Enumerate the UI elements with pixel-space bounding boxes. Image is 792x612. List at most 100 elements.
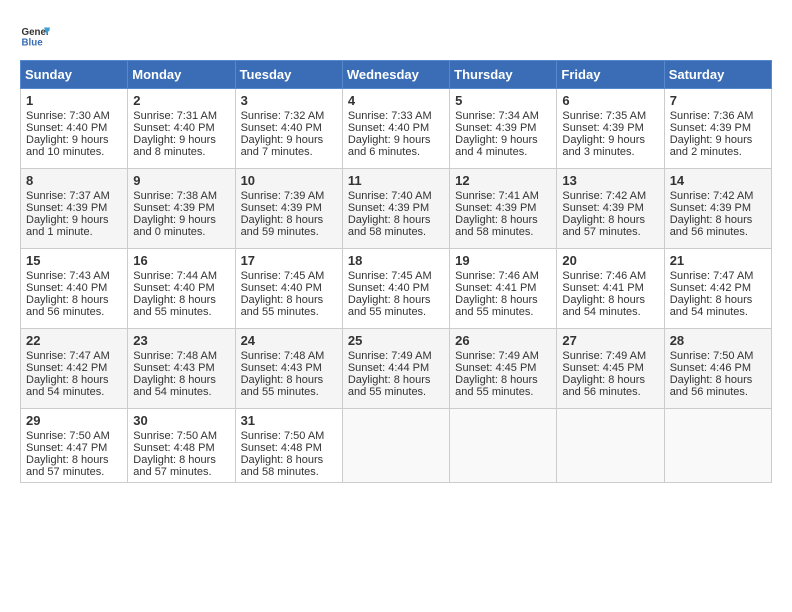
sunrise-label: Sunrise: 7:46 AM	[455, 270, 539, 282]
sunrise-label: Sunrise: 7:34 AM	[455, 110, 539, 122]
day-number: 3	[241, 93, 337, 108]
logo: General Blue	[20, 20, 54, 50]
sunset-label: Sunset: 4:40 PM	[348, 282, 429, 294]
day-number: 8	[26, 173, 122, 188]
header-row: SundayMondayTuesdayWednesdayThursdayFrid…	[21, 61, 772, 89]
sunrise-label: Sunrise: 7:35 AM	[562, 110, 646, 122]
sunrise-label: Sunrise: 7:39 AM	[241, 190, 325, 202]
daylight-label: Daylight: 8 hours and 55 minutes.	[348, 294, 431, 318]
week-row-5: 29Sunrise: 7:50 AMSunset: 4:47 PMDayligh…	[21, 409, 772, 483]
calendar-cell: 2 Sunrise: 7:31 AMSunset: 4:40 PMDaylight…	[128, 89, 235, 169]
calendar-cell: 26Sunrise: 7:49 AMSunset: 4:45 PMDayligh…	[450, 329, 557, 409]
daylight-label: Daylight: 8 hours and 56 minutes.	[670, 214, 753, 238]
daylight-label: Daylight: 8 hours and 58 minutes.	[348, 214, 431, 238]
sunrise-label: Sunrise: 7:38 AM	[133, 190, 217, 202]
sunset-label: Sunset: 4:40 PM	[241, 122, 322, 134]
day-number: 21	[670, 253, 766, 268]
calendar-cell: 9 Sunrise: 7:38 AMSunset: 4:39 PMDaylight…	[128, 169, 235, 249]
calendar-cell	[342, 409, 449, 483]
calendar-cell: 5Sunrise: 7:34 AMSunset: 4:39 PMDaylight…	[450, 89, 557, 169]
sunrise-label: Sunrise: 7:42 AM	[562, 190, 646, 202]
col-header-monday: Monday	[128, 61, 235, 89]
day-number: 23	[133, 333, 229, 348]
daylight-label: Daylight: 9 hours and 0 minutes.	[133, 214, 216, 238]
week-row-2: 8Sunrise: 7:37 AMSunset: 4:39 PMDaylight…	[21, 169, 772, 249]
sunrise-label: Sunrise: 7:50 AM	[26, 430, 110, 442]
daylight-label: Daylight: 8 hours and 57 minutes.	[133, 454, 216, 478]
calendar-cell: 27Sunrise: 7:49 AMSunset: 4:45 PMDayligh…	[557, 329, 664, 409]
sunrise-label: Sunrise: 7:45 AM	[241, 270, 325, 282]
calendar-cell	[664, 409, 771, 483]
day-number: 19	[455, 253, 551, 268]
daylight-label: Daylight: 9 hours and 1 minute.	[26, 214, 109, 238]
daylight-label: Daylight: 8 hours and 54 minutes.	[670, 294, 753, 318]
sunrise-label: Sunrise: 7:50 AM	[670, 350, 754, 362]
sunset-label: Sunset: 4:43 PM	[133, 362, 214, 374]
day-number: 22	[26, 333, 122, 348]
sunset-label: Sunset: 4:48 PM	[133, 442, 214, 454]
sunset-label: Sunset: 4:48 PM	[241, 442, 322, 454]
sunrise-label: Sunrise: 7:46 AM	[562, 270, 646, 282]
sunset-label: Sunset: 4:39 PM	[348, 202, 429, 214]
sunset-label: Sunset: 4:41 PM	[455, 282, 536, 294]
sunset-label: Sunset: 4:47 PM	[26, 442, 107, 454]
day-number: 14	[670, 173, 766, 188]
sunrise-label: Sunrise: 7:48 AM	[133, 350, 217, 362]
calendar-cell: 28Sunrise: 7:50 AMSunset: 4:46 PMDayligh…	[664, 329, 771, 409]
day-number: 20	[562, 253, 658, 268]
sunset-label: Sunset: 4:45 PM	[455, 362, 536, 374]
daylight-label: Daylight: 8 hours and 56 minutes.	[670, 374, 753, 398]
day-number: 31	[241, 413, 337, 428]
calendar-cell: 11Sunrise: 7:40 AMSunset: 4:39 PMDayligh…	[342, 169, 449, 249]
sunrise-label: Sunrise: 7:47 AM	[26, 350, 110, 362]
daylight-label: Daylight: 9 hours and 8 minutes.	[133, 134, 216, 158]
sunset-label: Sunset: 4:39 PM	[670, 202, 751, 214]
calendar-table: SundayMondayTuesdayWednesdayThursdayFrid…	[20, 60, 772, 483]
sunset-label: Sunset: 4:40 PM	[133, 122, 214, 134]
daylight-label: Daylight: 8 hours and 55 minutes.	[241, 294, 324, 318]
sunset-label: Sunset: 4:39 PM	[133, 202, 214, 214]
sunset-label: Sunset: 4:39 PM	[562, 202, 643, 214]
day-number: 29	[26, 413, 122, 428]
day-number: 10	[241, 173, 337, 188]
calendar-cell: 22Sunrise: 7:47 AMSunset: 4:42 PMDayligh…	[21, 329, 128, 409]
col-header-tuesday: Tuesday	[235, 61, 342, 89]
sunset-label: Sunset: 4:40 PM	[348, 122, 429, 134]
sunrise-label: Sunrise: 7:32 AM	[241, 110, 325, 122]
sunrise-label: Sunrise: 7:31 AM	[133, 110, 217, 122]
calendar-cell: 6Sunrise: 7:35 AMSunset: 4:39 PMDaylight…	[557, 89, 664, 169]
sunset-label: Sunset: 4:42 PM	[26, 362, 107, 374]
sunset-label: Sunset: 4:40 PM	[26, 122, 107, 134]
day-number: 4	[348, 93, 444, 108]
calendar-cell: 17Sunrise: 7:45 AMSunset: 4:40 PMDayligh…	[235, 249, 342, 329]
sunrise-label: Sunrise: 7:49 AM	[455, 350, 539, 362]
sunrise-label: Sunrise: 7:50 AM	[133, 430, 217, 442]
sunset-label: Sunset: 4:39 PM	[670, 122, 751, 134]
calendar-cell: 25Sunrise: 7:49 AMSunset: 4:44 PMDayligh…	[342, 329, 449, 409]
sunrise-label: Sunrise: 7:47 AM	[670, 270, 754, 282]
calendar-cell: 4Sunrise: 7:33 AMSunset: 4:40 PMDaylight…	[342, 89, 449, 169]
day-number: 15	[26, 253, 122, 268]
day-number: 30	[133, 413, 229, 428]
sunrise-label: Sunrise: 7:45 AM	[348, 270, 432, 282]
calendar-cell: 19Sunrise: 7:46 AMSunset: 4:41 PMDayligh…	[450, 249, 557, 329]
calendar-cell: 13Sunrise: 7:42 AMSunset: 4:39 PMDayligh…	[557, 169, 664, 249]
day-number: 25	[348, 333, 444, 348]
daylight-label: Daylight: 8 hours and 56 minutes.	[26, 294, 109, 318]
calendar-cell: 21Sunrise: 7:47 AMSunset: 4:42 PMDayligh…	[664, 249, 771, 329]
sunset-label: Sunset: 4:43 PM	[241, 362, 322, 374]
calendar-cell: 23Sunrise: 7:48 AMSunset: 4:43 PMDayligh…	[128, 329, 235, 409]
day-number: 9	[133, 173, 229, 188]
sunset-label: Sunset: 4:46 PM	[670, 362, 751, 374]
sunset-label: Sunset: 4:44 PM	[348, 362, 429, 374]
svg-text:Blue: Blue	[22, 38, 44, 49]
calendar-cell: 3Sunrise: 7:32 AMSunset: 4:40 PMDaylight…	[235, 89, 342, 169]
day-number: 2	[133, 93, 229, 108]
sunset-label: Sunset: 4:39 PM	[455, 202, 536, 214]
week-row-4: 22 Sunrise: 7:47 AMSunset: 4:42 PM Dayligh…	[21, 329, 772, 409]
day-number: 1	[26, 93, 122, 108]
calendar-cell: 15Sunrise: 7:43 AMSunset: 4:40 PMDayligh…	[21, 249, 128, 329]
week-row-1: 1Sunrise: 7:30 AMSunset: 4:40 PMDaylight…	[21, 89, 772, 169]
sunrise-label: Sunrise: 7:42 AM	[670, 190, 754, 202]
day-number: 16	[133, 253, 229, 268]
